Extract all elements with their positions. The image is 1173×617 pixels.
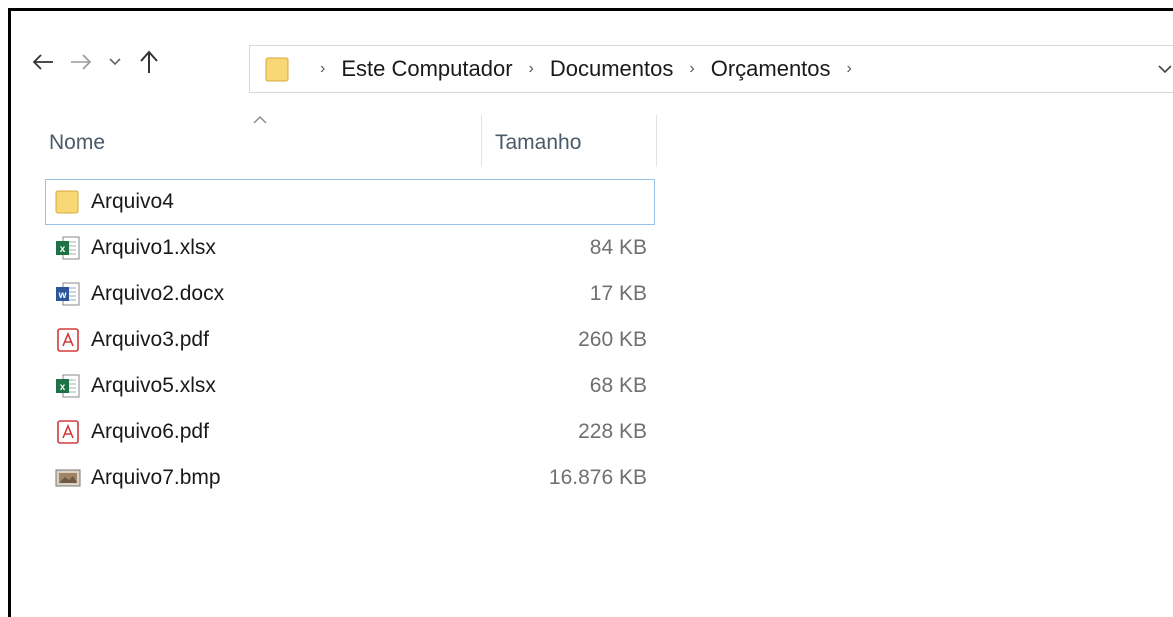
file-name: Arquivo4	[91, 190, 174, 213]
file-row-arquivo1[interactable]: x Arquivo1.xlsx 84 KB	[45, 225, 655, 271]
folder-icon	[55, 190, 79, 214]
column-headers: Nome Tamanho	[11, 99, 671, 169]
breadcrumb-separator-icon[interactable]: ›	[675, 60, 708, 78]
breadcrumb: › Este Computador › Documentos › Orçamen…	[264, 46, 866, 92]
column-divider[interactable]	[481, 115, 482, 167]
arrow-right-icon	[71, 54, 92, 70]
breadcrumb-separator-icon[interactable]: ›	[306, 60, 339, 78]
pdf-file-icon	[57, 420, 79, 444]
file-size: 68 KB	[589, 374, 647, 397]
chevron-down-icon	[109, 58, 121, 66]
file-row-arquivo6[interactable]: Arquivo6.pdf 228 KB	[45, 409, 655, 455]
breadcrumb-item-este-computador[interactable]: Este Computador	[339, 56, 514, 82]
folder-icon	[265, 57, 289, 82]
column-header-name[interactable]: Nome	[49, 131, 105, 155]
breadcrumb-separator-icon[interactable]: ›	[515, 60, 548, 78]
column-header-size[interactable]: Tamanho	[495, 131, 581, 155]
address-bar[interactable]: › Este Computador › Documentos › Orçamen…	[249, 45, 1173, 93]
file-row-arquivo5[interactable]: x Arquivo5.xlsx 68 KB	[45, 363, 655, 409]
file-name: Arquivo2.docx	[91, 282, 225, 305]
navigation-bar: › Este Computador › Documentos › Orçamen…	[11, 39, 1173, 93]
file-name: Arquivo1.xlsx	[91, 236, 216, 259]
arrow-left-icon	[32, 54, 53, 70]
file-size: 17 KB	[589, 282, 647, 305]
forward-button[interactable]	[67, 45, 95, 79]
breadcrumb-item-documentos[interactable]: Documentos	[548, 56, 676, 82]
address-history-button[interactable]	[1151, 55, 1173, 83]
svg-text:x: x	[60, 382, 66, 393]
back-button[interactable]	[29, 45, 57, 79]
file-size: 16.876 KB	[548, 466, 647, 489]
column-divider[interactable]	[656, 115, 657, 167]
up-button[interactable]	[135, 45, 163, 79]
excel-file-icon: x	[56, 374, 80, 398]
file-list: Arquivo4 x Arquivo1.xlsx 84 KB w Arquivo…	[45, 179, 655, 501]
bitmap-file-icon	[55, 469, 81, 487]
file-row-arquivo7[interactable]: Arquivo7.bmp 16.876 KB	[45, 455, 655, 501]
breadcrumb-separator-icon[interactable]: ›	[833, 60, 866, 78]
file-size: 260 KB	[578, 328, 647, 351]
arrow-up-icon	[140, 50, 158, 73]
svg-text:w: w	[58, 290, 67, 301]
file-row-arquivo4[interactable]: Arquivo4	[45, 179, 655, 225]
sort-ascending-icon	[253, 116, 267, 124]
file-name: Arquivo5.xlsx	[91, 374, 216, 397]
file-name: Arquivo7.bmp	[91, 466, 221, 489]
pdf-file-icon	[57, 328, 79, 352]
explorer-window: › Este Computador › Documentos › Orçamen…	[8, 8, 1173, 617]
excel-file-icon: x	[56, 236, 80, 260]
file-name: Arquivo3.pdf	[91, 328, 209, 351]
file-size: 84 KB	[589, 236, 647, 259]
file-name: Arquivo6.pdf	[91, 420, 209, 443]
word-file-icon: w	[56, 282, 80, 306]
file-size: 228 KB	[578, 420, 647, 443]
chevron-down-icon	[1158, 64, 1172, 73]
file-row-arquivo3[interactable]: Arquivo3.pdf 260 KB	[45, 317, 655, 363]
file-row-arquivo2[interactable]: w Arquivo2.docx 17 KB	[45, 271, 655, 317]
breadcrumb-item-orcamentos[interactable]: Orçamentos	[709, 56, 833, 82]
recent-locations-button[interactable]	[105, 45, 125, 79]
svg-text:x: x	[60, 244, 66, 255]
